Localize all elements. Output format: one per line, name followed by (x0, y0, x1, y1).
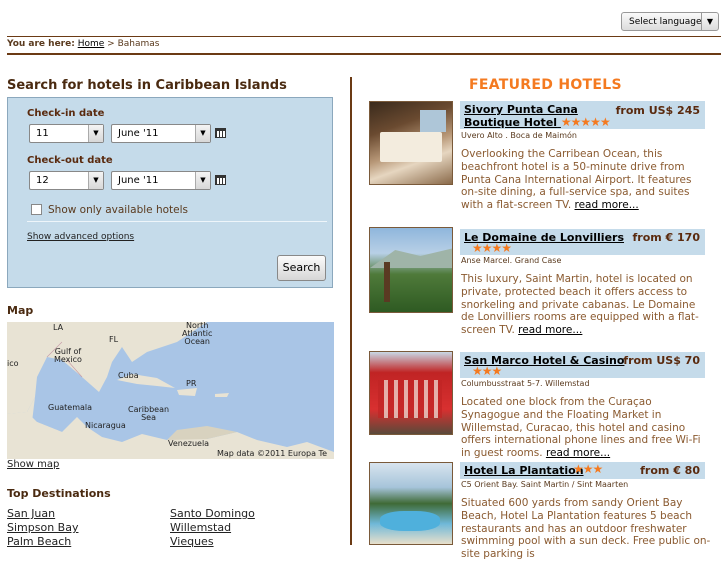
hotel-location: Anse Marcel. Grand Case (461, 256, 562, 265)
hotel-price: from € 170 (632, 231, 700, 244)
hotel-location: Uvero Alto . Boca de Maimón (461, 131, 577, 140)
hotel-price: from € 80 (640, 464, 700, 477)
hotel-photo[interactable] (369, 101, 453, 185)
hotel-description: Overlooking the Carribean Ocean, this be… (461, 148, 692, 212)
hotel-description: Situated 600 yards from sandy Orient Bay… (461, 497, 711, 561)
column-divider (350, 77, 352, 545)
breadcrumb-prefix: You are here: (7, 39, 75, 49)
checkin-day-value: 11 (36, 128, 49, 139)
map-label-venezuela: Venezuela (168, 439, 210, 448)
divider (27, 221, 327, 222)
hotel-price: from US$ 70 (623, 354, 700, 367)
available-label: Show only available hotels (48, 204, 188, 216)
star-rating-icon: ★★★★★ (560, 115, 611, 129)
read-more-link[interactable]: read more... (546, 447, 610, 459)
breadcrumb: You are here: Home > Bahamas (7, 39, 159, 49)
map-label-atlantic: North Atlantic Ocean (182, 322, 213, 346)
calendar-icon[interactable] (215, 128, 226, 138)
star-rating-icon: ★★★ (472, 364, 502, 378)
read-more-link[interactable]: read more... (575, 199, 639, 211)
destination-link[interactable]: Willemstad (170, 521, 231, 534)
star-rating-icon: ★★★ (573, 462, 603, 476)
hotel-price: from US$ 245 (615, 104, 700, 117)
breadcrumb-separator: > (107, 39, 115, 49)
chevron-down-icon: ▼ (195, 172, 210, 189)
hotel-photo[interactable] (369, 351, 453, 435)
checkin-label: Check-in date (27, 108, 105, 119)
hotel-description: Located one block from the Curaçao Synag… (461, 396, 701, 460)
read-more-link[interactable]: read more... (518, 324, 582, 336)
map-label-la: LA (53, 323, 64, 332)
available-checkbox[interactable] (31, 204, 42, 215)
show-map-link[interactable]: Show map (7, 459, 59, 470)
hotel-location: C5 Orient Bay. Saint Martin / Sint Maart… (461, 480, 629, 489)
chevron-down-icon: ▼ (88, 172, 103, 189)
map-label-caribbean: Caribbean Sea (128, 405, 170, 422)
checkout-day-value: 12 (36, 175, 49, 186)
checkin-month-value: June '11 (118, 128, 159, 139)
checkout-day-select[interactable]: 12 ▼ (29, 171, 104, 190)
breadcrumb-home-link[interactable]: Home (78, 39, 105, 49)
map-label-nicaragua: Nicaragua (85, 421, 126, 430)
destination-link[interactable]: Santo Domingo (170, 507, 255, 520)
advanced-options-link[interactable]: Show advanced options (27, 232, 134, 242)
hotel-name-link[interactable]: Hotel La Plantation (464, 464, 584, 477)
hotel-header: Sivory Punta Cana Boutique Hotel ★★★★★ f… (460, 101, 705, 129)
destination-link[interactable]: Palm Beach (7, 535, 71, 548)
map-label-cuba: Cuba (118, 371, 139, 380)
language-select[interactable]: Select language ▼ (621, 12, 719, 31)
checkin-month-select[interactable]: June '11 ▼ (111, 124, 211, 143)
hotel-header: Hotel La Plantation ★★★ from € 80 (460, 462, 705, 479)
hotel-name-link[interactable]: Sivory Punta Cana Boutique Hotel ★★★★★ (464, 103, 614, 129)
chevron-down-icon: ▼ (88, 125, 103, 142)
map-label-mexico: ico (7, 359, 19, 368)
chevron-down-icon: ▼ (195, 125, 210, 142)
divider (7, 36, 721, 37)
map-label-pr: PR (186, 379, 197, 388)
map-view[interactable]: LA FL Gulf of Mexico North Atlantic Ocea… (7, 322, 334, 459)
hotel-header: Le Domaine de Lonvilliers ★★★★ from € 17… (460, 229, 705, 255)
breadcrumb-current: Bahamas (117, 39, 160, 49)
map-attribution: Map data ©2011 Europa Te (217, 449, 327, 458)
checkin-day-select[interactable]: 11 ▼ (29, 124, 104, 143)
map-label-guatemala: Guatemala (48, 403, 93, 412)
map-label-gulf: Gulf of Mexico (54, 347, 82, 364)
search-button[interactable]: Search (277, 255, 326, 281)
map-label-fl: FL (109, 335, 119, 344)
hotel-description: This luxury, Saint Martin, hotel is loca… (461, 273, 699, 337)
search-title: Search for hotels in Caribbean Islands (7, 78, 287, 93)
destinations-title: Top Destinations (7, 487, 111, 500)
destination-link[interactable]: San Juan (7, 507, 55, 520)
language-select-label: Select language (629, 17, 702, 27)
checkout-month-select[interactable]: June '11 ▼ (111, 171, 211, 190)
map-title: Map (7, 304, 34, 317)
hotel-location: Columbusstraat 5-7. Willemstad (461, 379, 590, 388)
chevron-down-icon: ▼ (701, 13, 718, 30)
search-panel: Check-in date 11 ▼ June '11 ▼ Check-out … (7, 97, 333, 288)
checkout-month-value: June '11 (118, 175, 159, 186)
hotel-photo[interactable] (369, 462, 453, 545)
destination-link[interactable]: Vieques (170, 535, 214, 548)
star-rating-icon: ★★★★ (472, 241, 512, 255)
destination-link[interactable]: Simpson Bay (7, 521, 78, 534)
calendar-icon[interactable] (215, 175, 226, 185)
featured-title: FEATURED HOTELS (469, 77, 622, 93)
divider (7, 53, 721, 55)
hotel-header: San Marco Hotel & Casino ★★★ from US$ 70 (460, 352, 705, 378)
hotel-photo[interactable] (369, 227, 453, 313)
checkout-label: Check-out date (27, 155, 113, 166)
